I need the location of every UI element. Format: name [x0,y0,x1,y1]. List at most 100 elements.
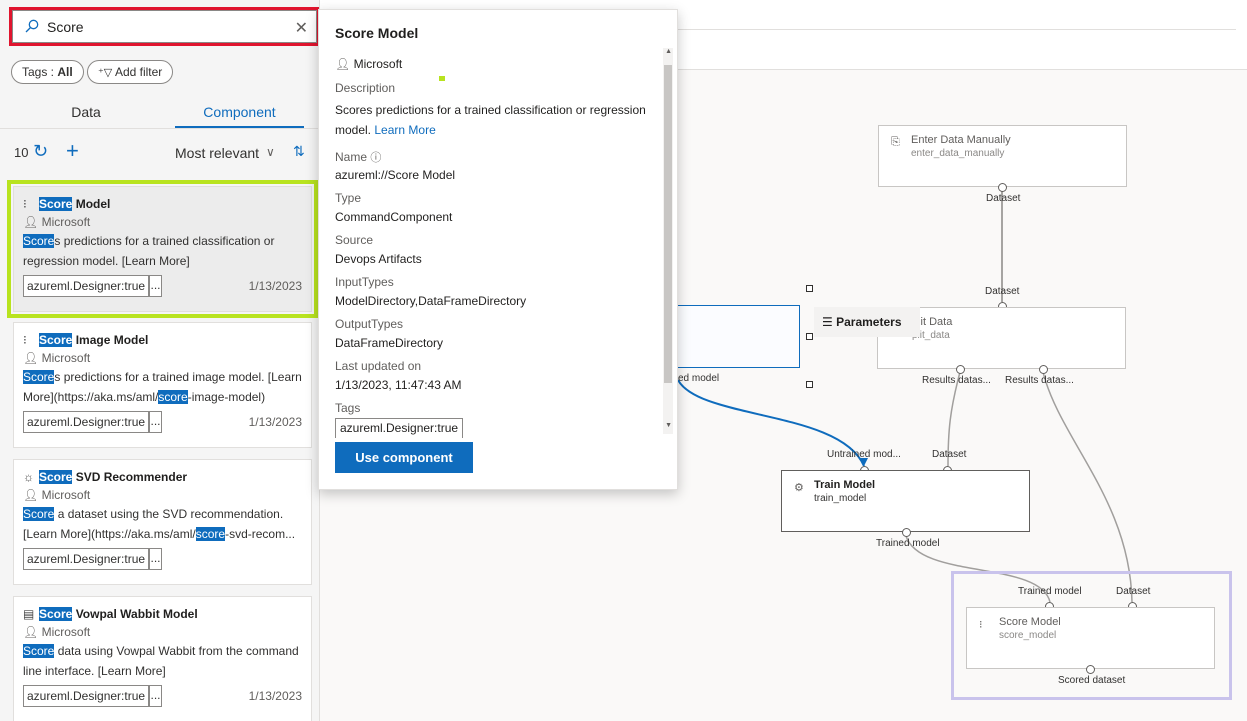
description-label: Description [335,81,396,95]
scatter-chart-icon: ⁝ [23,197,27,211]
info-icon[interactable]: ⓘ [370,152,381,164]
document-icon: ▤ [23,607,35,621]
more-tags-button[interactable]: ... [149,685,162,707]
learn-more-link[interactable]: Learn More [374,123,435,137]
card-publisher: 👤︎ Microsoft [23,215,91,229]
port-label: Dataset [986,193,1021,204]
lightbulb-icon: ☼ [23,470,34,484]
popover-scrollbar-thumb[interactable] [664,65,672,383]
node-subtitle: enter_data_manually [911,148,1005,159]
chevron-down-icon[interactable]: ∨ [266,145,275,159]
port-label: Trained model [1018,586,1082,597]
node-title: Score Model [999,616,1061,628]
scroll-up-icon[interactable]: ▲ [665,48,672,55]
port-label: Scored dataset [1058,675,1126,686]
sort-order-icon[interactable]: ⇅ [293,143,305,160]
input-types-value: ModelDirectory,DataFrameDirectory [335,294,527,308]
source-value: Devops Artifacts [335,252,422,266]
person-icon: 👤︎ [23,351,39,365]
output-types-label: OutputTypes [335,317,404,331]
close-icon[interactable]: ✕ [295,18,308,38]
card-tag: azureml.Designer:true [23,548,150,570]
name-label: Name ⓘ [335,150,382,164]
scatter-chart-icon: ⁝ [979,619,983,631]
card-date: 1/13/2023 [248,279,302,293]
result-count: 10 [14,145,29,160]
component-details-popover: Score Model 👤︎ Microsoft Description Sco… [318,9,678,490]
output-port[interactable] [1039,365,1048,374]
node-title: Train Model [814,479,876,491]
tags-filter-label: Tags : [22,65,58,79]
output-port[interactable] [902,528,911,537]
node-enter-data-manually[interactable]: ⎘ Enter Data Manually enter_data_manuall… [878,125,1127,187]
port-label: Trained model [876,538,940,549]
node-subtitle: train_model [814,493,867,504]
name-value: azureml://Score Model [335,168,456,182]
sliders-icon: ☰ [822,315,833,329]
tags-label: Tags [335,401,361,415]
description-line-2: model. Learn More [335,123,436,137]
search-icon [25,19,39,33]
card-title: ⁝ Score Image Model [23,333,149,347]
port-label: Dataset [985,286,1020,297]
card-tag: azureml.Designer:true [23,411,150,433]
card-title: ⁝ Score Model [23,197,111,211]
person-icon: 👤︎ [23,488,39,502]
card-description: Score a dataset using the SVD recommenda… [23,507,296,541]
card-date: 1/13/2023 [248,689,302,703]
tab-data[interactable]: Data [11,96,161,128]
add-icon[interactable]: + [66,138,79,164]
tab-component[interactable]: Component [175,96,304,128]
more-tags-button[interactable]: ... [149,548,162,570]
resize-handle[interactable] [806,333,813,340]
port-label: Results datas... [922,375,991,386]
person-icon: 👤︎ [23,215,39,229]
component-panel: Score ✕ Tags : All ⁺▽ Add filter Data Co… [0,0,320,721]
scatter-chart-icon: ⁝ [23,333,27,347]
more-tags-button[interactable]: ... [149,411,162,433]
parameters-button[interactable]: ☰ Parameters [814,307,920,337]
person-icon: 👤︎ [335,57,351,71]
node-subtitle: score_model [999,630,1057,641]
status-dot [439,76,445,81]
search-input[interactable]: Score ✕ [9,7,319,46]
card-description: Score data using Vowpal Wabbit from the … [23,644,299,678]
resize-handle[interactable] [806,285,813,292]
resize-handle[interactable] [806,381,813,388]
node-title: Enter Data Manually [911,134,1011,146]
add-filter-label: Add filter [114,65,163,79]
port-label: Dataset [1116,586,1151,597]
port-label: ed model [678,373,720,384]
filter-icon: ⁺▽ [98,67,113,79]
port-label: Results datas... [1005,375,1074,386]
card-title: ☼ Score SVD Recommender [23,470,188,484]
output-port[interactable] [1086,665,1095,674]
type-value: CommandComponent [335,210,453,224]
card-publisher: 👤︎ Microsoft [23,625,91,639]
card-date: 1/13/2023 [248,415,302,429]
updated-value: 1/13/2023, 11:47:43 AM [335,378,462,392]
tags-filter[interactable]: Tags : All [11,60,84,84]
output-port[interactable] [956,365,965,374]
card-description: Scores predictions for a trained image m… [23,370,302,404]
use-component-button[interactable]: Use component [335,442,473,473]
card-publisher: 👤︎ Microsoft [23,351,91,365]
node-score-model[interactable]: ⁝ Score Model score_model [966,607,1215,669]
component-card-score-svd-recommender[interactable]: ☼ Score SVD Recommender 👤︎ Microsoft Scor… [13,459,312,585]
scroll-down-icon[interactable]: ▼ [665,422,672,429]
description-line-1: Scores predictions for a trained classif… [335,103,646,117]
card-tag: azureml.Designer:true [23,275,150,297]
component-card-score-image-model[interactable]: ⁝ Score Image Model 👤︎ Microsoft Scores p… [13,322,312,448]
component-card-score-vowpal-wabbit-model[interactable]: ▤ Score Vowpal Wabbit Model 👤︎ Microsoft … [13,596,312,721]
add-filter-button[interactable]: ⁺▽ Add filter [87,60,174,84]
more-tags-button[interactable]: ... [149,275,162,297]
search-value: Score [47,19,84,35]
component-card-score-model[interactable]: ⁝ Score Model 👤︎ Microsoft Scores predict… [7,180,318,318]
type-label: Type [335,191,362,205]
output-port[interactable] [998,183,1007,192]
refresh-icon[interactable]: ↻ [33,141,48,162]
port-label: Untrained mod... [827,449,901,460]
tab-divider [0,128,319,129]
node-train-model[interactable]: ⚙ Train Model train_model [781,470,1030,532]
sort-dropdown[interactable]: Most relevant [175,145,259,161]
